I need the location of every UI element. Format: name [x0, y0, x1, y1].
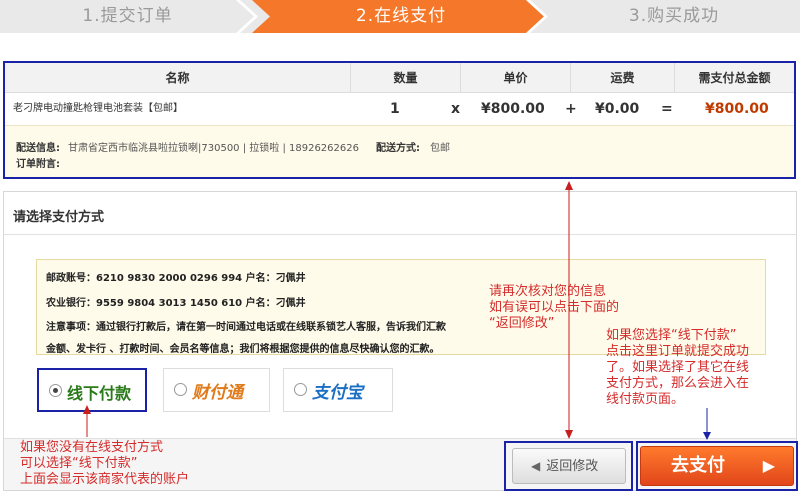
- annotation-verify: 请再次核对您的信息 如有误可以点击下面的 “返回修改”: [489, 284, 619, 332]
- annotation-line: 请再次核对您的信息: [489, 284, 607, 299]
- annotation-line: 上面会显示该商家代表的账户: [20, 472, 190, 487]
- annotation-line: 可以选择“线下付款”: [20, 456, 138, 471]
- annotation-line: 如果您没有在线支付方式: [20, 440, 164, 455]
- annotation-line: 如有误可以点击下面的: [489, 300, 620, 315]
- annotation-line: “返回修改”: [489, 316, 555, 331]
- annotation-line: 线付款页面。: [606, 392, 685, 407]
- annotation-offline-submit: 如果您选择“线下付款” 点击这里订单就提交成功 了。如果选择了其它在线 支付方式…: [606, 328, 749, 408]
- annotation-line: 如果您选择“线下付款”: [606, 328, 737, 343]
- annotation-line: 支付方式，那么会进入在: [606, 376, 750, 391]
- annotation-no-online-payment: 如果您没有在线支付方式 可以选择“线下付款” 上面会显示该商家代表的账户: [20, 440, 189, 488]
- annotation-arrows: [83, 181, 711, 440]
- annotation-line: 了。如果选择了其它在线: [606, 360, 750, 375]
- annotation-line: 点击这里订单就提交成功: [606, 344, 750, 359]
